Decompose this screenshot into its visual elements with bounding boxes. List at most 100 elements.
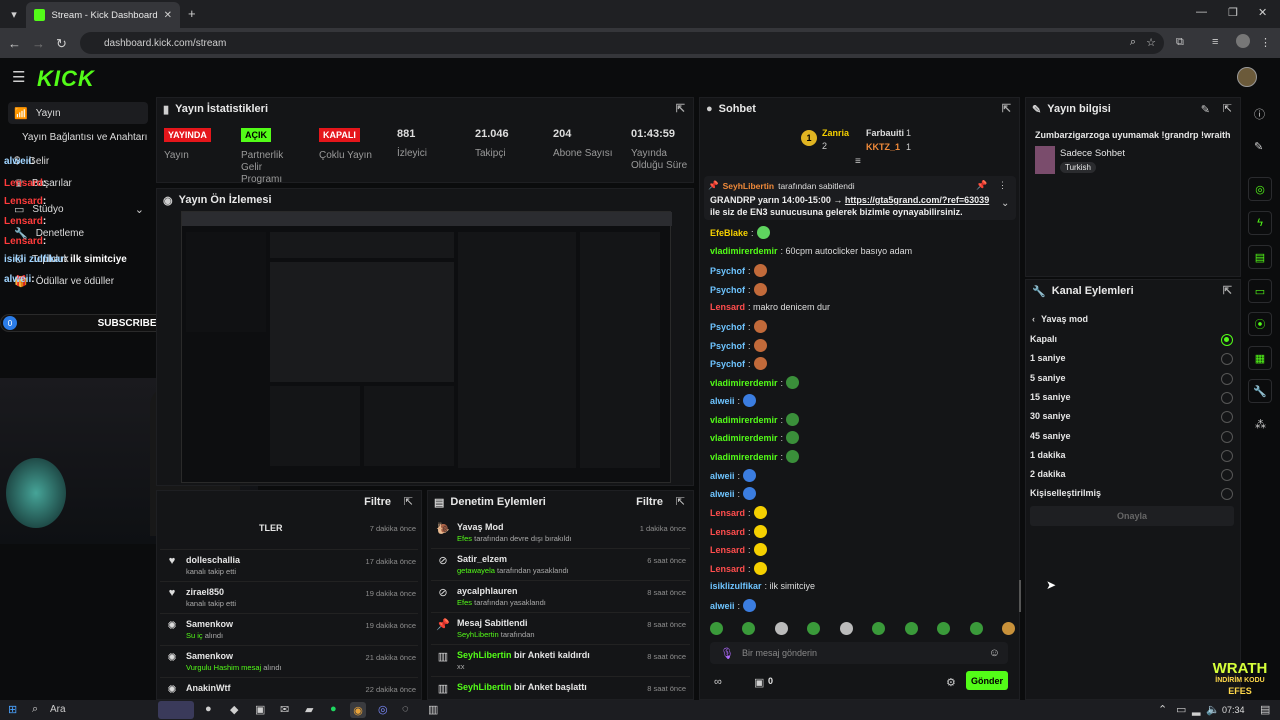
user-avatar[interactable] (1237, 67, 1257, 87)
activity-item[interactable]: ✺ Samenkow Vurgulu Hashim mesaj alındı (166, 651, 281, 672)
forward-icon[interactable]: → (32, 36, 45, 51)
taskbar-discord-icon[interactable]: ◎ (378, 703, 388, 716)
rail-document-button[interactable]: ▤ (1248, 245, 1272, 269)
taskbar-folder-icon[interactable]: ▰ (305, 703, 313, 716)
taskbar-app-icon[interactable]: ▥ (428, 703, 438, 716)
slow-mode-back[interactable]: ‹ Yavaş mod (1032, 314, 1088, 324)
chat-username[interactable]: alweii (710, 488, 735, 500)
rail-wrench-button[interactable]: 🔧 (1248, 379, 1272, 403)
tray-icon[interactable]: ▭ (1176, 703, 1186, 716)
chat-username[interactable]: Lensard (710, 544, 745, 556)
chat-username[interactable]: Lensard (710, 526, 745, 538)
expand-icon[interactable]: ⇱ (676, 495, 685, 508)
settings-gear-icon[interactable]: ⚙ (946, 676, 956, 689)
taskbar-app-icon[interactable]: ✉ (280, 703, 289, 716)
slow-mode-radio[interactable] (1221, 372, 1233, 385)
back-icon[interactable]: ← (8, 36, 21, 51)
quick-emote-icon[interactable] (872, 622, 886, 635)
slow-mode-option-label[interactable]: 1 saniye (1030, 353, 1066, 363)
send-button[interactable]: Gönder (966, 671, 1008, 690)
chat-scrollbar[interactable] (1019, 580, 1021, 612)
chat-username[interactable]: vladimirerdemir (710, 451, 778, 463)
slow-mode-option-label[interactable]: 2 dakika (1030, 469, 1066, 479)
chat-username[interactable]: isiklizulfikar (710, 580, 762, 592)
taskbar-search-icon[interactable]: ⌕ (32, 703, 38, 716)
media-icon[interactable]: ≡ (1212, 36, 1218, 48)
bookmark-star-icon[interactable]: ☆ (1146, 36, 1156, 49)
quick-emote-icon[interactable] (742, 622, 756, 635)
browser-tab[interactable]: Stream - Kick Dashboard ✕ (26, 2, 180, 28)
chat-username[interactable]: alweii (710, 600, 735, 612)
leader-name[interactable]: Farbauiti (866, 128, 904, 138)
mod-action-item[interactable]: ▥ SeyhLibertin bir Anket başlattı (437, 682, 587, 695)
chat-username[interactable]: Psychof (710, 284, 745, 296)
slow-mode-radio[interactable] (1221, 469, 1233, 482)
chat-username[interactable]: alweii (710, 395, 735, 407)
url-bar[interactable]: dashboard.kick.com/stream ⌕ ☆ (80, 32, 1164, 54)
stream-preview-video[interactable] (181, 211, 672, 483)
taskbar-app-icon[interactable]: ◌ (402, 703, 409, 715)
mod-action-item[interactable]: ⊘ Satir_elzem getawayela tarafından yasakl… (437, 554, 568, 575)
pencil-icon[interactable]: ✎ (1201, 103, 1210, 116)
chat-username[interactable]: Lensard (710, 301, 745, 313)
extensions-icon[interactable]: ⧉ (1176, 36, 1184, 49)
slow-mode-radio[interactable] (1221, 391, 1233, 404)
taskbar-spotify-icon[interactable]: ● (330, 703, 337, 715)
sidebar-item-yayin[interactable]: 📶 Yayın (8, 102, 148, 124)
quick-emote-icon[interactable] (904, 622, 918, 635)
quick-emote-icon[interactable] (839, 622, 853, 635)
mod-action-item[interactable]: 📌 Mesaj Sabitlendi SeyhLibertin tarafından (436, 618, 534, 639)
taskbar-app-icon[interactable]: ● (205, 703, 212, 715)
mod-action-item[interactable]: ⊘ aycalphlauren Efes tarafından yasaklandı (437, 586, 545, 607)
chat-input[interactable]: 🎙 Bir mesaj gönderin ☺ (710, 642, 1008, 664)
quick-emote-icon[interactable] (710, 622, 723, 635)
expand-icon[interactable]: ⇱ (1223, 284, 1232, 297)
chat-username[interactable]: Psychof (710, 358, 745, 370)
confirm-button[interactable]: Onayla (1030, 506, 1234, 526)
taskbar-search-label[interactable]: Ara (50, 704, 66, 715)
mod-filter-button[interactable]: Filtre (636, 496, 663, 508)
pinned-link[interactable]: https://gta5grand.com/?ref=63039 (845, 195, 989, 205)
chat-username[interactable]: Lensard (710, 507, 745, 519)
taskbar-chrome-icon[interactable]: ◉ (350, 702, 366, 718)
add-widget-icon[interactable]: ⁂ (1255, 418, 1266, 431)
hamburger-menu-icon[interactable]: ☰ (12, 68, 25, 86)
leader-name[interactable]: Zanria (822, 128, 849, 138)
quick-emote-icon[interactable] (774, 622, 788, 635)
slow-mode-radio[interactable] (1221, 449, 1233, 462)
minimize-icon[interactable]: — (1196, 6, 1207, 18)
chat-username[interactable]: Psychof (710, 265, 745, 277)
slow-mode-radio[interactable] (1221, 334, 1233, 346)
leader-name[interactable]: KKTZ_1 (866, 142, 900, 152)
sidebar-item-stream-key[interactable]: Yayın Bağlantısı ve Anahtarı (8, 126, 148, 148)
taskbar-app-icon[interactable]: ◆ (230, 703, 238, 716)
chat-username[interactable]: alweii (710, 470, 735, 482)
chat-username[interactable]: vladimirerdemir (710, 414, 778, 426)
rail-camera-button[interactable]: ◎ (1248, 177, 1272, 201)
unpin-icon[interactable]: 📌 (976, 180, 987, 191)
rail-broadcast-button[interactable]: ⦿ (1248, 312, 1272, 336)
expand-icon[interactable]: ⇱ (1002, 102, 1011, 115)
slow-mode-option-label[interactable]: 1 dakika (1030, 450, 1066, 460)
activity-filter-button[interactable]: Filtre (364, 496, 391, 508)
volume-icon[interactable]: 🔈 (1206, 703, 1220, 716)
activity-item[interactable]: ✺ Samenkow Su iç alındı (166, 619, 233, 640)
chat-username[interactable]: EfeBlake (710, 227, 748, 239)
tray-chevron-icon[interactable]: ⌃ (1158, 703, 1167, 716)
activity-item[interactable]: ♥ zirael850 kanalı takip etti (166, 587, 236, 608)
mic-icon[interactable]: 🎙 (720, 647, 734, 660)
rail-chat-button[interactable]: ▭ (1248, 279, 1272, 303)
slow-mode-option-label[interactable]: 45 saniye (1030, 431, 1071, 441)
activity-item[interactable]: ✺ AnakinWtf (166, 683, 230, 696)
edit-rail-icon[interactable]: ✎ (1254, 140, 1263, 153)
leaderboard-collapse-icon[interactable]: ≡ (855, 156, 861, 167)
chat-username[interactable]: vladimirerdemir (710, 245, 778, 257)
chat-username[interactable]: Psychof (710, 321, 745, 333)
more-options-icon[interactable]: ⋮ (998, 180, 1007, 191)
chat-username[interactable]: vladimirerdemir (710, 377, 778, 389)
tab-search-icon[interactable]: ▾ (6, 6, 22, 22)
slow-mode-option-label[interactable]: 5 saniye (1030, 373, 1066, 383)
chat-username[interactable]: vladimirerdemir (710, 432, 778, 444)
info-icon[interactable]: ⓘ (1254, 106, 1265, 122)
rail-layout-button[interactable]: ▦ (1248, 346, 1272, 370)
